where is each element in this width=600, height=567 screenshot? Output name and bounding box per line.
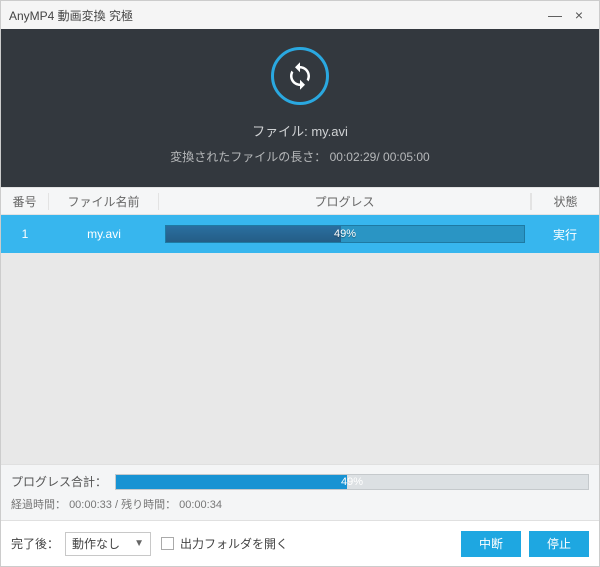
convert-icon-wrap — [1, 47, 599, 105]
stop-button[interactable]: 停止 — [529, 531, 589, 557]
after-complete-value: 動作なし — [72, 535, 120, 552]
titlebar: AnyMP4 動画変換 究極 — × — [1, 1, 599, 29]
after-complete-select[interactable]: 動作なし ▼ — [65, 532, 151, 556]
duration-prefix: 変換されたファイルの長さ： — [170, 150, 326, 164]
current-file-line: ファイル: my.avi — [1, 121, 599, 140]
header-panel: ファイル: my.avi 変換されたファイルの長さ： 00:02:29/ 00:… — [1, 29, 599, 187]
file-name: my.avi — [311, 124, 348, 139]
total-progressbar: 49% — [115, 474, 589, 490]
row-index: 1 — [1, 227, 49, 241]
time-info: 経過時間： 00:00:33 / 残り時間： 00:00:34 — [11, 496, 589, 512]
total-progress-label: プログレス合計： — [11, 473, 107, 490]
after-complete-label: 完了後： — [11, 535, 59, 552]
empty-list-area — [1, 253, 599, 464]
app-window: AnyMP4 動画変換 究極 — × ファイル: my.avi 変換されたファイ… — [0, 0, 600, 567]
row-progress-label: 49% — [166, 226, 524, 242]
open-folder-label: 出力フォルダを開く — [180, 535, 288, 552]
open-folder-checkbox[interactable] — [161, 537, 174, 550]
col-header-name: ファイル名前 — [49, 193, 159, 210]
col-header-status: 状態 — [531, 193, 599, 210]
col-header-index: 番号 — [1, 193, 49, 210]
total-progress-percent: 49% — [116, 475, 588, 489]
table-row[interactable]: 1 my.avi 49% 実行 — [1, 215, 599, 253]
window-title: AnyMP4 動画変換 究極 — [9, 7, 133, 24]
row-status: 実行 — [531, 226, 599, 243]
duration-elapsed: 00:02:29 — [330, 150, 377, 164]
chevron-down-icon: ▼ — [134, 538, 144, 549]
file-prefix: ファイル: — [252, 124, 311, 139]
elapsed-value: 00:00:33 — [69, 499, 112, 511]
time-sep: / — [115, 499, 118, 511]
duration-sep: / — [376, 150, 383, 164]
footer-bar: 完了後： 動作なし ▼ 出力フォルダを開く 中断 停止 — [1, 520, 599, 566]
sync-icon — [271, 47, 329, 105]
remain-value: 00:00:34 — [179, 499, 222, 511]
duration-total: 00:05:00 — [383, 150, 430, 164]
row-progressbar: 49% — [165, 225, 525, 243]
row-progress-cell: 49% — [159, 225, 531, 243]
abort-button[interactable]: 中断 — [461, 531, 521, 557]
col-header-progress: プログレス — [159, 193, 531, 210]
elapsed-label: 経過時間： — [11, 499, 66, 511]
minimize-button[interactable]: — — [543, 7, 567, 23]
row-filename: my.avi — [49, 227, 159, 241]
table-header: 番号 ファイル名前 プログレス 状態 — [1, 187, 599, 215]
close-button[interactable]: × — [567, 7, 591, 23]
remain-label: 残り時間： — [121, 499, 176, 511]
duration-line: 変換されたファイルの長さ： 00:02:29/ 00:05:00 — [1, 148, 599, 165]
total-panel: プログレス合計： 49% 経過時間： 00:00:33 / 残り時間： 00:0… — [1, 464, 599, 520]
